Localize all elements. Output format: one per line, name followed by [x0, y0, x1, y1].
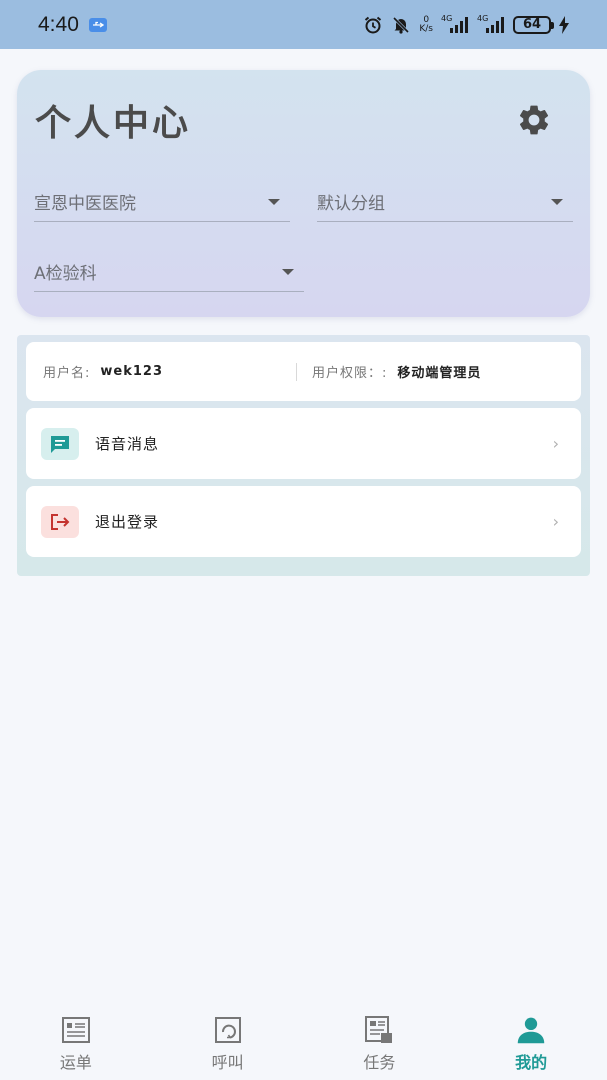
gear-icon — [520, 105, 549, 135]
waybill-icon — [61, 1015, 91, 1045]
group-select-value: 默认分组 — [317, 194, 385, 214]
nav-label-call: 呼叫 — [211, 1053, 244, 1072]
caret-down-icon — [551, 198, 563, 205]
nav-item-task[interactable]: 任务 — [304, 1003, 456, 1080]
status-time: 4:40 — [38, 12, 79, 36]
network-speed-unit: K/s — [419, 23, 433, 34]
permission-value: 移动端管理员 — [397, 366, 482, 381]
user-info-row: 用户名: wek123 用户权限：: 移动端管理员 — [26, 342, 581, 401]
alarm-icon — [363, 15, 383, 35]
menu-label-logout: 退出登录 — [95, 513, 160, 531]
chevron-right-icon: › — [552, 512, 559, 531]
hospital-select-value: 宣恩中医医院 — [34, 194, 136, 214]
battery-indicator: 64 — [513, 15, 554, 34]
username-label: 用户名: — [43, 366, 91, 381]
group-select[interactable]: 默认分组 — [317, 182, 573, 222]
logout-icon — [41, 505, 79, 538]
settings-button[interactable] — [516, 102, 552, 138]
nav-label-waybill: 运单 — [59, 1053, 92, 1072]
bottom-nav: 运单 呼叫 任务 我的 — [0, 1003, 607, 1080]
nav-label-profile: 我的 — [515, 1053, 548, 1072]
menu-label-voice-messages: 语音消息 — [95, 435, 160, 453]
call-icon — [213, 1015, 243, 1045]
status-bar: 4:40 0 K/s 4G 4G 64 — [0, 0, 607, 49]
nav-item-profile[interactable]: 我的 — [455, 1003, 607, 1080]
chevron-right-icon: › — [552, 434, 559, 453]
message-icon — [41, 427, 79, 460]
profile-icon — [516, 1015, 546, 1045]
signal-4g-icon-2: 4G — [477, 13, 505, 34]
network-speed: 0 K/s — [419, 15, 433, 34]
profile-header-card: 个人中心 宣恩中医医院 默认分组 A检验科 — [17, 70, 590, 317]
nav-item-call[interactable]: 呼叫 — [152, 1003, 304, 1080]
caret-down-icon — [268, 198, 280, 205]
signal-4g-icon: 4G — [441, 13, 469, 34]
menu-item-logout[interactable]: 退出登录 › — [26, 486, 581, 557]
usb-icon — [88, 17, 107, 32]
page-title: 个人中心 — [35, 103, 192, 144]
signal-4g-label-2: 4G — [477, 13, 489, 23]
nav-label-task: 任务 — [363, 1053, 396, 1072]
username-field: 用户名: wek123 — [26, 362, 296, 381]
charging-icon — [559, 15, 569, 34]
mute-bell-icon — [391, 15, 411, 35]
signal-4g-label: 4G — [441, 13, 453, 23]
menu-item-voice-messages[interactable]: 语音消息 › — [26, 408, 581, 479]
department-select-value: A检验科 — [34, 264, 97, 284]
nav-item-waybill[interactable]: 运单 — [0, 1003, 152, 1080]
permission-field: 用户权限：: 移动端管理员 — [297, 362, 481, 381]
caret-down-icon — [282, 268, 294, 275]
hospital-select[interactable]: 宣恩中医医院 — [34, 182, 290, 222]
task-icon — [364, 1015, 394, 1045]
username-value: wek123 — [100, 364, 163, 379]
profile-content-card: 用户名: wek123 用户权限：: 移动端管理员 语音消息 › 退出登录 › — [17, 335, 590, 576]
permission-label: 用户权限：: — [312, 366, 388, 381]
department-select[interactable]: A检验科 — [34, 252, 304, 292]
